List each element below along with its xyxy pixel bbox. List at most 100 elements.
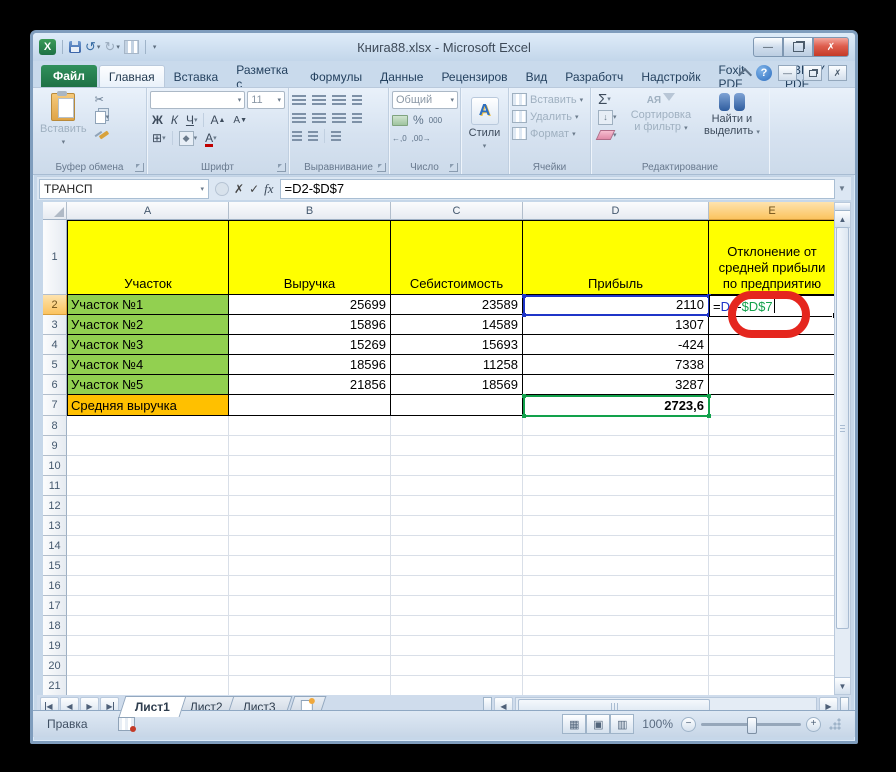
cell-E16[interactable] [709,576,836,596]
cell-A14[interactable] [67,536,229,556]
autosum-button[interactable]: Σ ▾ [596,91,620,108]
sort-filter-button[interactable]: АЯ Сортировка и фильтр ▾ [624,91,698,143]
cell-E14[interactable] [709,536,836,556]
cancel-icon[interactable]: ✗ [234,182,244,196]
cell-B15[interactable] [229,556,391,576]
expand-formula-bar-icon[interactable]: ▼ [835,184,849,193]
cell-D5[interactable]: 7338 [523,355,709,375]
cell-E1[interactable]: Отклонение от средней прибыли по предпри… [709,220,836,295]
page-break-view-icon[interactable]: ▥ [610,714,635,734]
row-header-21[interactable]: 21 [43,676,67,695]
row-header-9[interactable]: 9 [43,436,67,456]
cell-D14[interactable] [523,536,709,556]
cell-B5[interactable]: 18596 [229,355,391,375]
cell-A5[interactable]: Участок №4 [67,355,229,375]
sheet-tab-Лист1[interactable]: Лист1 [118,696,187,717]
zoom-knob[interactable] [747,716,757,734]
delete-cells-button[interactable]: Удалить ▾ [512,108,587,125]
zoom-track[interactable] [701,716,801,734]
normal-view-icon[interactable]: ▦ [562,714,587,734]
row-header-18[interactable]: 18 [43,616,67,636]
cell-E4[interactable] [709,335,836,355]
row-header-17[interactable]: 17 [43,596,67,616]
cell-E8[interactable] [709,416,836,436]
cell-D19[interactable] [523,636,709,656]
workbook-minimize-button[interactable]: — [778,65,797,81]
cell-C8[interactable] [391,416,523,436]
minimize-button[interactable]: — [753,37,783,57]
font-color-button[interactable]: А ▾ [203,131,219,147]
cell-A11[interactable] [67,476,229,496]
wrap-text-icon[interactable] [331,131,341,141]
cell-A19[interactable] [67,636,229,656]
column-header-B[interactable]: B [229,202,391,220]
cell-D4[interactable]: -424 [523,335,709,355]
cell-C21[interactable] [391,676,523,695]
cell-B21[interactable] [229,676,391,695]
cell-A1[interactable]: Участок [67,220,229,295]
row-header-16[interactable]: 16 [43,576,67,596]
styles-button[interactable]: A Стили ▾ [464,95,505,155]
percent-style-button[interactable]: % [413,113,424,127]
cell-D10[interactable] [523,456,709,476]
cell-C13[interactable] [391,516,523,536]
cell-D17[interactable] [523,596,709,616]
scroll-down-icon[interactable]: ▼ [835,677,850,694]
tab-Данные[interactable]: Данные [371,66,432,87]
row-header-8[interactable]: 8 [43,416,67,436]
cell-A15[interactable] [67,556,229,576]
grow-font-button[interactable]: А ▲ [208,113,227,127]
number-format-combo[interactable]: Общий ▾ [392,91,458,109]
tab-Вид[interactable]: Вид [517,66,557,87]
row-header-11[interactable]: 11 [43,476,67,496]
name-box[interactable]: ТРАНСП ▾ [39,178,209,199]
fill-button[interactable]: ↓ ▾ [596,109,620,125]
cell-D13[interactable] [523,516,709,536]
paste-button[interactable]: Вставить ▾ [36,91,91,151]
alignment-dialog-launcher-icon[interactable] [377,163,386,172]
merge-center-icon[interactable] [352,113,362,123]
copy-button[interactable]: ▾ [93,109,117,125]
column-header-E[interactable]: E [709,202,836,220]
cell-B20[interactable] [229,656,391,676]
cell-A6[interactable]: Участок №5 [67,375,229,395]
help-icon[interactable]: ? [756,65,772,81]
number-dialog-launcher-icon[interactable] [449,163,458,172]
cell-D12[interactable] [523,496,709,516]
vertical-scroll-thumb[interactable] [836,227,849,629]
cell-B7[interactable] [229,395,391,416]
tab-Разметка с[interactable]: Разметка с [227,63,301,91]
cell-B3[interactable]: 15896 [229,315,391,335]
cell-C6[interactable]: 18569 [391,375,523,395]
cell-B13[interactable] [229,516,391,536]
cell-B11[interactable] [229,476,391,496]
format-cells-button[interactable]: Формат ▾ [512,125,587,142]
cell-B9[interactable] [229,436,391,456]
cell-C12[interactable] [391,496,523,516]
row-header-4[interactable]: 4 [43,335,67,355]
tab-Рецензиров[interactable]: Рецензиров [432,66,516,87]
cell-B2[interactable]: 25699 [229,295,391,315]
row-header-14[interactable]: 14 [43,536,67,556]
active-cell-e2-editing[interactable]: =D2-$D$7 [709,295,839,319]
shrink-font-button[interactable]: А ▼ [231,115,249,126]
cell-E21[interactable] [709,676,836,695]
cell-A2[interactable]: Участок №1 [67,295,229,315]
cell-D16[interactable] [523,576,709,596]
cell-B10[interactable] [229,456,391,476]
cell-A7[interactable]: Средняя выручка [67,395,229,416]
clear-button[interactable]: ▾ [595,127,620,143]
enter-icon[interactable]: ✓ [249,182,259,196]
workbook-close-button[interactable]: ✗ [828,65,847,81]
column-header-A[interactable]: A [67,202,229,220]
align-center-icon[interactable] [312,113,326,123]
row-header-12[interactable]: 12 [43,496,67,516]
cell-B17[interactable] [229,596,391,616]
cell-C3[interactable]: 14589 [391,315,523,335]
row-header-2[interactable]: 2 [43,295,67,315]
cell-A4[interactable]: Участок №3 [67,335,229,355]
macro-record-icon[interactable] [117,717,136,732]
cell-C18[interactable] [391,616,523,636]
cell-A12[interactable] [67,496,229,516]
increase-decimal-button[interactable]: ←,0 [392,134,407,143]
